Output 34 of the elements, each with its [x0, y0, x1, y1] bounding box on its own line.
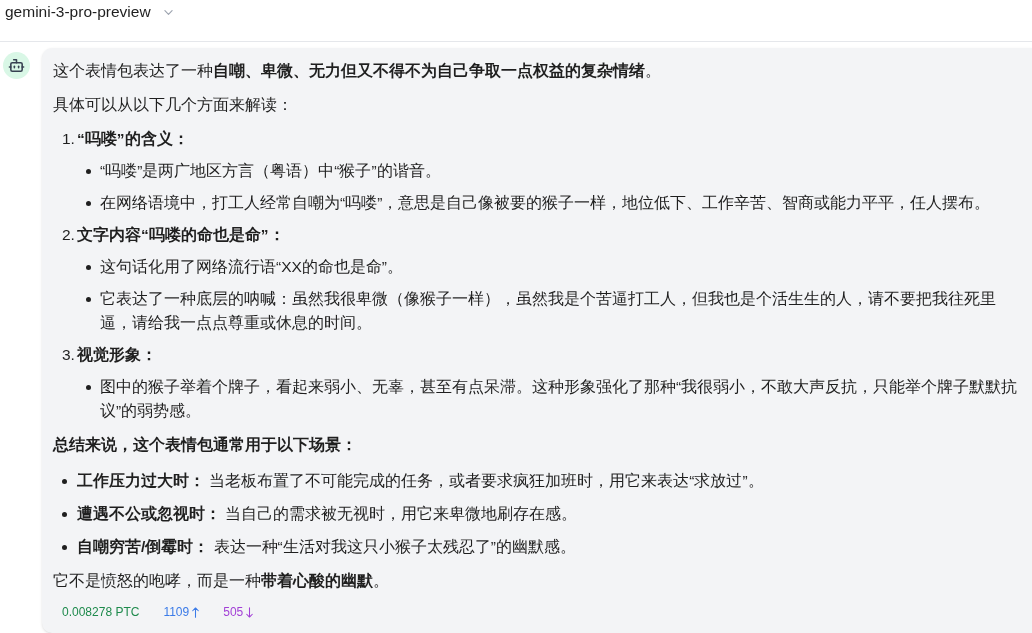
input-tokens-count: 1109 [163, 604, 190, 621]
paragraph-text: 具体可以从以下几个方面来解读： [53, 95, 294, 115]
list-item-text: 遭遇不公或忽视时： 当自己的需求被无视时，用它来卑微地刷存在感。 [77, 504, 578, 524]
list-number: 2. [62, 225, 76, 245]
arrow-down-icon [246, 606, 254, 618]
bullet-icon [86, 201, 91, 206]
list-item-text: 图中的猴子举着个牌子，看起来弱小、无辜，甚至有点呆滞。这种形象强化了那种“我很弱小，不敢大声反抗，只能举个牌子默默抗议”的弱势感。 [100, 377, 1019, 421]
bullet-icon [86, 297, 91, 302]
bullet-icon [62, 545, 67, 550]
summary-heading: 总结来说，这个表情包通常用于以下场景： [53, 435, 358, 455]
list-item-text: 工作压力过大时： 当老板布置了不可能完成的任务，或者要求疯狂加班时，用它来表达“求放过”。 [77, 471, 764, 491]
paragraph-text: 它不是愤怒的咆哮，而是一种带着心酸的幽默。 [53, 571, 390, 591]
list-item-text: 自嘲穷苦/倒霉时： 表达一种“生活对我这只小猴子太残忍了”的幽默感。 [77, 537, 576, 557]
robot-avatar-icon [3, 52, 30, 79]
bullet-icon [62, 512, 67, 517]
paragraph-text: 这个表情包表达了一种自嘲、卑微、无力但又不得不为自己争取一点权益的复杂情绪。 [53, 61, 662, 81]
bullet-icon [86, 169, 91, 174]
output-tokens-count: 505 [223, 604, 244, 621]
arrow-up-icon [192, 606, 200, 618]
bullet-icon [86, 265, 91, 270]
cost-label: 0.008278 PTC [62, 604, 140, 621]
bullet-icon [86, 385, 91, 390]
model-selector[interactable]: gemini-3-pro-preview [5, 1, 173, 23]
list-item-title: 文字内容“吗喽的命也是命”： [77, 225, 285, 245]
list-item-text: 在网络语境中，打工人经常自嘲为“吗喽”，意思是自己像被要的猴子一样，地位低下、工作辛苦、智商或能力平平，任人摆布。 [100, 193, 991, 213]
list-item-title: 视觉形象： [77, 345, 157, 365]
chevron-down-icon [163, 9, 173, 15]
list-number: 3. [62, 345, 76, 365]
list-number: 1. [62, 129, 76, 149]
list-item-text: 它表达了一种底层的呐喊：虽然我很卑微（像猴子一样），虽然我是个苦逼打工人，但我也是个活生生的人，请不要把我往死里逼，请给我一点点尊重或休息的时间。 [100, 289, 997, 333]
list-item-title: “吗喽”的含义： [77, 129, 189, 149]
bullet-icon [62, 479, 67, 484]
list-item-text: 这句话化用了网络流行语“XX的命也是命”。 [100, 257, 403, 277]
list-item-text: “吗喽”是两广地区方言（粤语）中“猴子”的谐音。 [100, 161, 441, 181]
